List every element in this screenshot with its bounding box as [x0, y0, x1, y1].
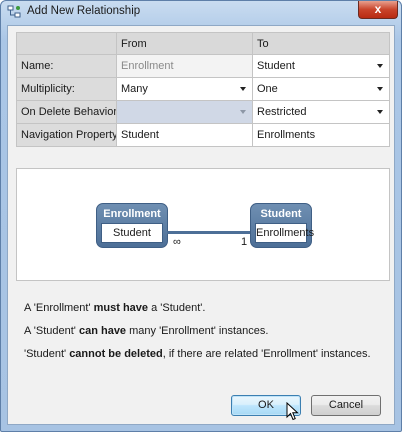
row-label-on-delete: On Delete Behavior: [16, 101, 117, 124]
message-text: 'Student' [24, 348, 70, 360]
grid-row-multiplicity: Multiplicity: Many One [16, 78, 390, 101]
message-text: many 'Enrollment' instances. [126, 325, 269, 337]
column-header-to: To [253, 32, 390, 55]
relationship-diagram: Enrollment Student Student Enrollments ∞… [16, 168, 390, 281]
dropdown-arrow-icon [240, 87, 246, 91]
dropdown-arrow-icon [377, 64, 383, 68]
from-name-field: Enrollment [117, 55, 253, 78]
grid-row-navigation: Navigation Property: Student Enrollments [16, 124, 390, 147]
message-text: , if there are related 'Enrollment' inst… [162, 348, 371, 360]
message-text: A 'Enrollment' [24, 302, 94, 314]
to-navigation-input[interactable]: Enrollments [253, 124, 390, 147]
dialog-body: From To Name: Enrollment Student Multipl… [7, 25, 395, 425]
dropdown-arrow-icon [377, 110, 383, 114]
to-multiplicity-dropdown[interactable]: One [253, 78, 390, 101]
entity-name: Enrollment [103, 208, 161, 220]
grid-header-row: From To [16, 32, 390, 55]
message-emphasis: can have [78, 325, 127, 337]
right-multiplicity: 1 [241, 236, 248, 248]
from-on-delete-dropdown [117, 101, 253, 124]
cancel-button[interactable]: Cancel [311, 395, 381, 416]
entity-name: Student [260, 208, 302, 220]
dropdown-arrow-icon [377, 87, 383, 91]
from-multiplicity-value: Many [121, 83, 148, 95]
rule-message: 'Student' cannot be deleted, if there ar… [24, 348, 371, 360]
message-emphasis: must have [93, 302, 149, 314]
dropdown-arrow-icon [240, 110, 246, 114]
to-name-dropdown[interactable]: Student [253, 55, 390, 78]
from-multiplicity-dropdown[interactable]: Many [117, 78, 253, 101]
entity-property: Student [101, 223, 163, 243]
grid-row-name: Name: Enrollment Student [16, 55, 390, 78]
row-label-navigation: Navigation Property: [16, 124, 117, 147]
row-label-multiplicity: Multiplicity: [16, 78, 117, 101]
row-label-name: Name: [16, 55, 117, 78]
to-name-value: Student [257, 60, 295, 72]
relationship-app-icon [7, 5, 21, 18]
from-navigation-input[interactable]: Student [117, 124, 253, 147]
entity-enrollment: Enrollment Student [96, 203, 168, 248]
grid-row-on-delete: On Delete Behavior: Restricted [16, 101, 390, 124]
message-emphasis: cannot be deleted [69, 348, 163, 360]
column-header-from: From [117, 32, 253, 55]
entity-student: Student Enrollments [250, 203, 314, 248]
left-multiplicity: ∞ [173, 236, 181, 248]
to-multiplicity-value: One [257, 83, 278, 95]
rule-message: A 'Enrollment' must have a 'Student'. [24, 302, 205, 314]
dialog-window: Add New Relationship x From To Name: Enr… [0, 0, 402, 432]
entity-property: Enrollments [255, 223, 314, 243]
to-on-delete-dropdown[interactable]: Restricted [253, 101, 390, 124]
title-bar[interactable]: Add New Relationship x [1, 1, 401, 25]
message-text: a 'Student'. [148, 302, 206, 314]
window-title: Add New Relationship [27, 5, 141, 17]
mouse-cursor-icon [286, 402, 299, 421]
relationship-connector [167, 231, 251, 234]
close-icon: x [374, 2, 382, 16]
to-on-delete-value: Restricted [257, 106, 307, 118]
rule-message: A 'Student' can have many 'Enrollment' i… [24, 325, 268, 337]
grid-header-corner [16, 32, 117, 55]
message-text: A 'Student' [24, 325, 79, 337]
close-button[interactable]: x [358, 1, 398, 19]
